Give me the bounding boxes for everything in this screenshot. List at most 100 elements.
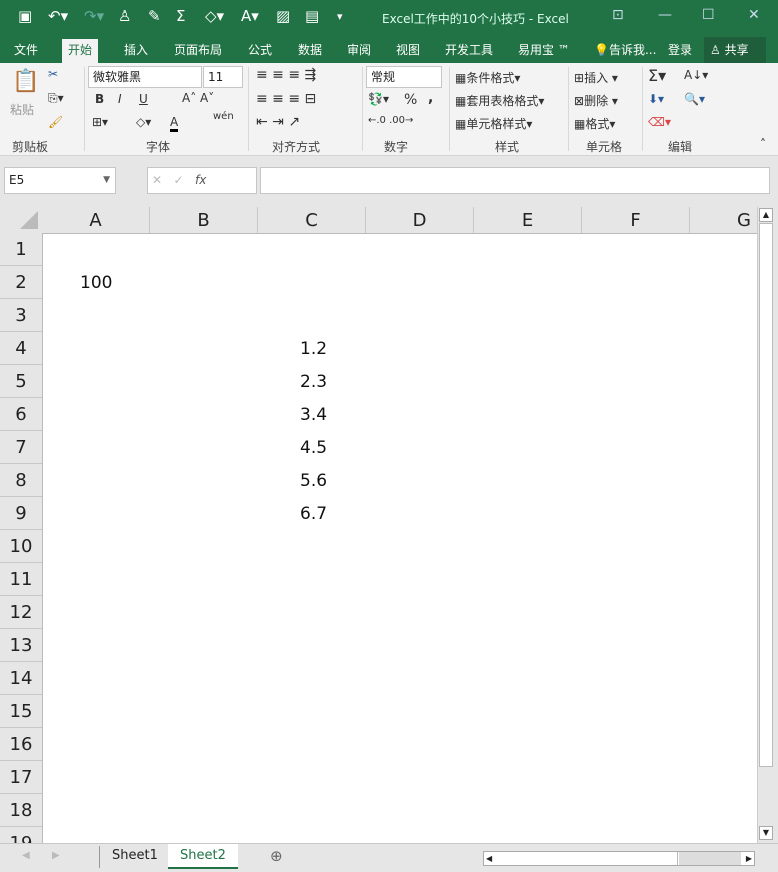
bold-button[interactable]: B [95, 92, 104, 106]
currency-icon[interactable]: 💱▾ [368, 92, 389, 106]
scroll-down-icon[interactable]: ▼ [759, 826, 773, 840]
tab-file[interactable]: 文件 [8, 39, 44, 63]
delete-cells-button[interactable]: ⊠删除 ▾ [574, 92, 618, 109]
row-header[interactable]: 19 [0, 827, 42, 843]
tab-developer[interactable]: 开发工具 [439, 39, 499, 63]
row-header[interactable]: 11 [0, 563, 42, 596]
scroll-right-icon[interactable]: ▶ [746, 852, 752, 865]
paste-button[interactable]: 粘贴 [10, 101, 34, 118]
align-left-icon[interactable]: ≡ ≡ ≡ ⊟ [256, 91, 316, 107]
add-sheet-icon[interactable]: ⊕ [270, 847, 283, 865]
cell-C9[interactable]: 6.7 [300, 504, 327, 524]
cell-C7[interactable]: 4.5 [300, 438, 327, 458]
phonetic-button[interactable]: wén [213, 111, 234, 122]
minimize-icon[interactable]: — [658, 7, 672, 23]
row-header[interactable]: 9 [0, 497, 42, 530]
column-header[interactable]: E [474, 207, 582, 233]
prev-sheet-icon[interactable]: ◀ [22, 850, 30, 861]
format-painter-icon[interactable]: ✎ [148, 7, 161, 25]
sheet-grid[interactable]: 100 1.2 2.3 3.4 4.5 5.6 6.7 [42, 233, 757, 843]
row-header[interactable]: 7 [0, 431, 42, 464]
row-header[interactable]: 10 [0, 530, 42, 563]
sum-icon[interactable]: Σ [176, 7, 185, 25]
undo-icon[interactable]: ↶▾ [48, 7, 68, 25]
tab-data[interactable]: 数据 [292, 39, 328, 63]
insert-cells-button[interactable]: ⊞插入 ▾ [574, 69, 618, 86]
increase-font-icon[interactable]: A˄ A˅ [182, 91, 214, 105]
font-color-icon[interactable]: A▾ [241, 7, 259, 25]
tab-home[interactable]: 开始 [62, 39, 99, 63]
font-size-select[interactable]: 11 [203, 66, 243, 88]
row-header[interactable]: 1 [0, 233, 42, 266]
row-header[interactable]: 8 [0, 464, 42, 497]
tab-view[interactable]: 视图 [390, 39, 426, 63]
row-header[interactable]: 3 [0, 299, 42, 332]
vertical-scrollbar[interactable]: ▲ ▼ [757, 207, 774, 843]
cell-A2[interactable]: 100 [80, 273, 112, 293]
sort-filter-icon[interactable]: A↓▾ [684, 68, 708, 82]
row-header[interactable]: 14 [0, 662, 42, 695]
horizontal-scroll-thumb[interactable] [496, 852, 678, 865]
tell-me[interactable]: 💡告诉我... [588, 39, 662, 63]
column-header[interactable]: C [258, 207, 366, 233]
cell-C8[interactable]: 5.6 [300, 471, 327, 491]
cell-styles-button[interactable]: ▦单元格样式▾ [455, 115, 532, 132]
ribbon-display-icon[interactable]: ⊡ [612, 7, 624, 23]
column-header[interactable]: B [150, 207, 258, 233]
percent-button[interactable]: % [404, 92, 417, 108]
fill-icon[interactable]: ⬇▾ [648, 92, 664, 106]
indent-icon[interactable]: ⇤ ⇥ ↗ [256, 114, 300, 130]
row-header[interactable]: 17 [0, 761, 42, 794]
cancel-icon[interactable]: ✕ [152, 173, 162, 187]
column-header[interactable]: D [366, 207, 474, 233]
column-header[interactable]: A [42, 207, 150, 233]
tab-page-layout[interactable]: 页面布局 [168, 39, 228, 63]
italic-button[interactable]: I [118, 92, 122, 106]
format-as-table-button[interactable]: ▦套用表格格式▾ [455, 92, 544, 109]
enter-icon[interactable]: ✓ [174, 173, 184, 187]
column-header[interactable]: F [582, 207, 690, 233]
comma-button[interactable]: , [428, 90, 433, 106]
vertical-scroll-thumb[interactable] [759, 223, 773, 767]
tab-insert[interactable]: 插入 [118, 39, 154, 63]
save-icon[interactable]: ▣ [18, 7, 32, 25]
close-icon[interactable]: ✕ [748, 7, 760, 23]
row-header[interactable]: 13 [0, 629, 42, 662]
horizontal-scrollbar[interactable]: ◀ ▶ [483, 851, 755, 866]
clear-icon[interactable]: ⌫▾ [648, 115, 671, 129]
fill-color-icon[interactable]: ◇▾ [136, 115, 151, 129]
insert-function-button[interactable]: fx [195, 173, 206, 187]
cell-C6[interactable]: 3.4 [300, 405, 327, 425]
find-icon[interactable]: 🔍▾ [684, 92, 705, 106]
paste-icon[interactable]: 📋 [12, 69, 39, 94]
cut-icon[interactable]: ✂ [48, 67, 58, 81]
picture-icon[interactable]: ▨ [276, 7, 290, 25]
row-header[interactable]: 4 [0, 332, 42, 365]
row-header[interactable]: 2 [0, 266, 42, 299]
number-format-select[interactable]: 常规 [366, 66, 442, 88]
font-color-icon[interactable]: A [170, 115, 179, 132]
row-header[interactable]: 15 [0, 695, 42, 728]
row-header[interactable]: 5 [0, 365, 42, 398]
tab-review[interactable]: 审阅 [341, 39, 377, 63]
tab-yiyongbao[interactable]: 易用宝 ™ [512, 39, 576, 63]
row-header[interactable]: 6 [0, 398, 42, 431]
row-header[interactable]: 12 [0, 596, 42, 629]
customize-qat-icon[interactable]: ▾ [337, 10, 343, 23]
font-name-select[interactable]: 微软雅黑 [88, 66, 202, 88]
row-header[interactable]: 16 [0, 728, 42, 761]
sheet-tab-sheet2[interactable]: Sheet2 [168, 844, 238, 869]
select-all-button[interactable] [20, 211, 38, 229]
cell-C4[interactable]: 1.2 [300, 339, 327, 359]
cell-C5[interactable]: 2.3 [300, 372, 327, 392]
row-header[interactable]: 18 [0, 794, 42, 827]
format-cells-button[interactable]: ▦格式▾ [574, 115, 615, 132]
name-box[interactable]: E5 ▼ [4, 167, 116, 194]
decimal-icon[interactable]: ←.0 .00→ [368, 115, 413, 126]
underline-button[interactable]: U [139, 92, 148, 106]
redo-icon[interactable]: ↷▾ [84, 7, 104, 25]
chart-icon[interactable]: ▤ [305, 7, 319, 25]
fill-color-icon[interactable]: ◇▾ [205, 7, 224, 25]
share-button[interactable]: ♙ 共享 [704, 37, 766, 63]
formula-input[interactable] [260, 167, 770, 194]
